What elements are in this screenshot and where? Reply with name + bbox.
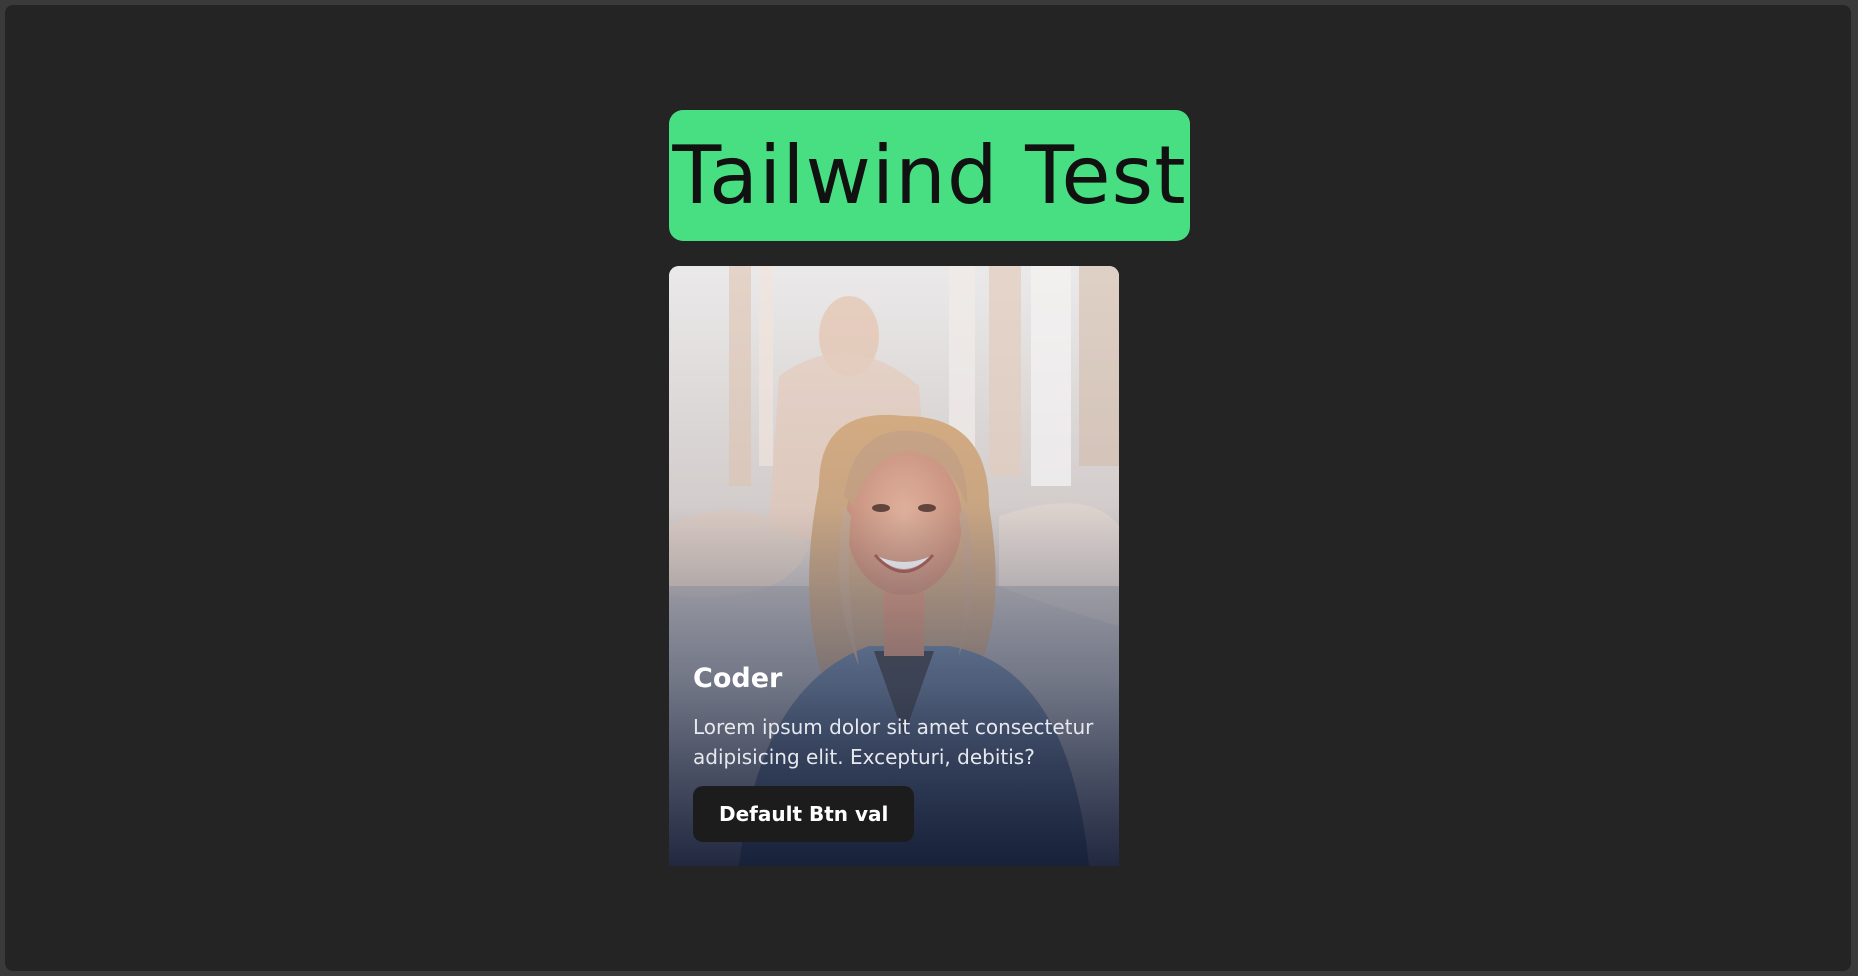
title-badge: Tailwind Test (669, 110, 1190, 241)
card-title: Coder (693, 663, 783, 694)
card-body: Coder Lorem ipsum dolor sit amet consect… (693, 663, 1095, 842)
profile-card: Coder Lorem ipsum dolor sit amet consect… (669, 266, 1119, 866)
card-description: Lorem ipsum dolor sit amet consectetur a… (693, 715, 1094, 769)
page-title: Tailwind Test (672, 128, 1187, 222)
app-window: Tailwind Test Coder Lorem ipsum dolor si… (5, 5, 1851, 971)
default-button[interactable]: Default Btn val (693, 786, 915, 842)
